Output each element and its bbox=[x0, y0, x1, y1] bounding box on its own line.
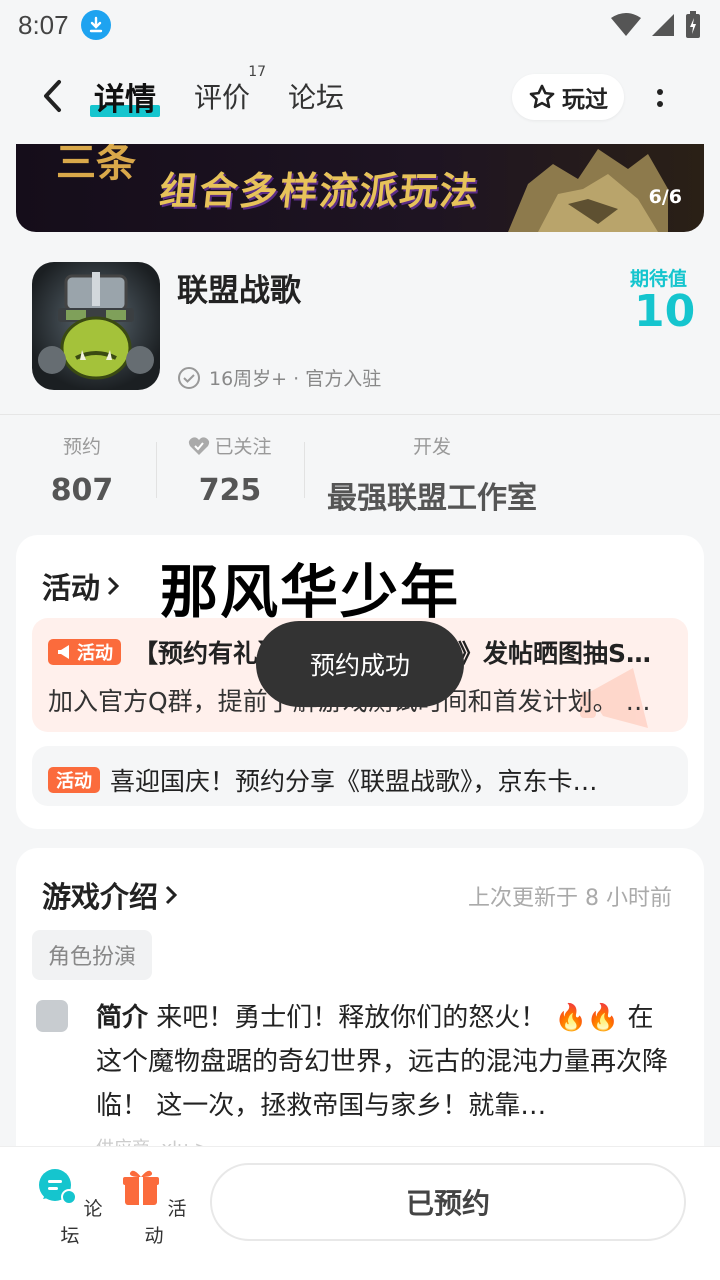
heart-check-icon bbox=[189, 436, 210, 455]
status-time: 8:07 bbox=[18, 9, 69, 40]
banner-artwork bbox=[508, 149, 668, 232]
download-icon bbox=[80, 10, 111, 40]
back-button[interactable] bbox=[28, 71, 78, 121]
intro-label: 简介 bbox=[96, 1003, 149, 1033]
status-bar: 8:07 bbox=[0, 0, 720, 50]
intro-header[interactable]: 游戏介绍 bbox=[42, 874, 178, 916]
header: 详情 评价 17 论坛 玩过 bbox=[0, 58, 720, 134]
last-updated: 上次更新于 8 小时前 bbox=[468, 886, 672, 911]
reserve-label: 预约 bbox=[62, 436, 101, 458]
activity-title: 喜迎国庆！预约分享《联盟战歌》，京东卡… bbox=[110, 767, 598, 796]
played-button[interactable]: 玩过 bbox=[512, 74, 624, 120]
activity-tag: 活动 bbox=[48, 639, 121, 665]
follow-label-row: 已关注 bbox=[182, 432, 278, 459]
activity-nav-button[interactable]: 活动 bbox=[114, 1167, 194, 1248]
signal-icon bbox=[652, 14, 674, 36]
stat-divider bbox=[304, 442, 305, 498]
back-arrow-icon bbox=[44, 80, 61, 112]
reserve-stat: 预约 807 bbox=[42, 432, 122, 508]
app-icon[interactable] bbox=[32, 262, 160, 390]
chevron-right-icon bbox=[165, 885, 178, 905]
more-dot bbox=[657, 101, 663, 107]
tab-details[interactable]: 详情 bbox=[90, 74, 160, 119]
tab-reviews[interactable]: 评价 17 bbox=[194, 64, 266, 116]
reserved-button[interactable]: 已预约 bbox=[210, 1163, 686, 1241]
overlay-caption: 那风华少年 bbox=[160, 558, 461, 626]
gift-icon bbox=[123, 1170, 160, 1205]
app-name: 联盟战歌 bbox=[177, 273, 301, 309]
toast-message: 预约成功 bbox=[256, 621, 464, 707]
stat-divider bbox=[156, 442, 157, 498]
forum-chat-icon bbox=[39, 1169, 78, 1205]
activity-tag-label: 活动 bbox=[77, 643, 113, 664]
reserve-count: 807 bbox=[50, 473, 114, 508]
battery-icon bbox=[686, 11, 700, 38]
forum-nav-button[interactable]: 论坛 bbox=[30, 1167, 110, 1248]
screenshot-banner[interactable]: 三条 组合多样流派玩法 6/6 bbox=[16, 144, 704, 232]
activity-item[interactable]: 活动 喜迎国庆！预约分享《联盟战歌》，京东卡… bbox=[32, 746, 688, 806]
wifi-icon bbox=[611, 13, 641, 36]
more-dot bbox=[657, 89, 663, 95]
activities-title: 活动 bbox=[42, 571, 101, 605]
banner-deco-text: 三条 bbox=[56, 144, 136, 186]
megaphone-icon bbox=[58, 645, 69, 659]
developer-label: 开发 bbox=[412, 436, 451, 458]
intro-text: 来吧！勇士们！释放你们的怒火！ 🔥🔥 在这个魔物盘踞的奇幻世界，远古的混沌力量再… bbox=[96, 1003, 669, 1121]
banner-text: 组合多样流派玩法 bbox=[157, 169, 482, 213]
follow-stat: 已关注 725 bbox=[182, 432, 278, 508]
reviews-count-badge: 17 bbox=[248, 64, 267, 80]
chevron-right-icon bbox=[107, 576, 120, 596]
tab-reviews-label: 评价 bbox=[194, 81, 251, 114]
orc-warrior-artwork bbox=[38, 272, 154, 380]
more-menu-button[interactable] bbox=[646, 78, 674, 118]
intro-body[interactable]: 简介 来吧！勇士们！释放你们的怒火！ 🔥🔥 在这个魔物盘踞的奇幻世界，远古的混沌… bbox=[96, 996, 676, 1128]
activities-header[interactable]: 活动 bbox=[42, 565, 120, 607]
follow-count: 725 bbox=[198, 473, 262, 508]
banner-page-indicator: 6/6 bbox=[648, 186, 682, 208]
activity-tag: 活动 bbox=[48, 767, 100, 793]
genre-tag[interactable]: 角色扮演 bbox=[32, 930, 153, 980]
bottom-bar: 论坛 活动 已预约 bbox=[0, 1146, 720, 1280]
follow-label: 已关注 bbox=[214, 436, 272, 458]
developer-name: 最强联盟工作室 bbox=[327, 481, 537, 516]
divider bbox=[0, 414, 720, 415]
played-label: 玩过 bbox=[562, 87, 608, 113]
game-intro-card: 游戏介绍 上次更新于 8 小时前 角色扮演 简介 来吧！勇士们！释放你们的怒火！… bbox=[16, 848, 704, 1168]
tab-forum[interactable]: 论坛 bbox=[288, 76, 344, 116]
verified-check-icon bbox=[178, 366, 200, 389]
intro-title: 游戏介绍 bbox=[42, 880, 159, 914]
app-meta: 16周岁+ · 官方入驻 bbox=[177, 364, 381, 391]
expectation-value: 10 bbox=[634, 286, 696, 337]
intro-doc-icon bbox=[36, 1000, 68, 1032]
app-meta-text: 16周岁+ · 官方入驻 bbox=[209, 368, 382, 390]
developer-stat[interactable]: 开发 最强联盟工作室 bbox=[320, 432, 544, 517]
star-icon bbox=[529, 84, 555, 109]
activity-row: 活动 喜迎国庆！预约分享《联盟战歌》，京东卡… bbox=[48, 762, 672, 798]
